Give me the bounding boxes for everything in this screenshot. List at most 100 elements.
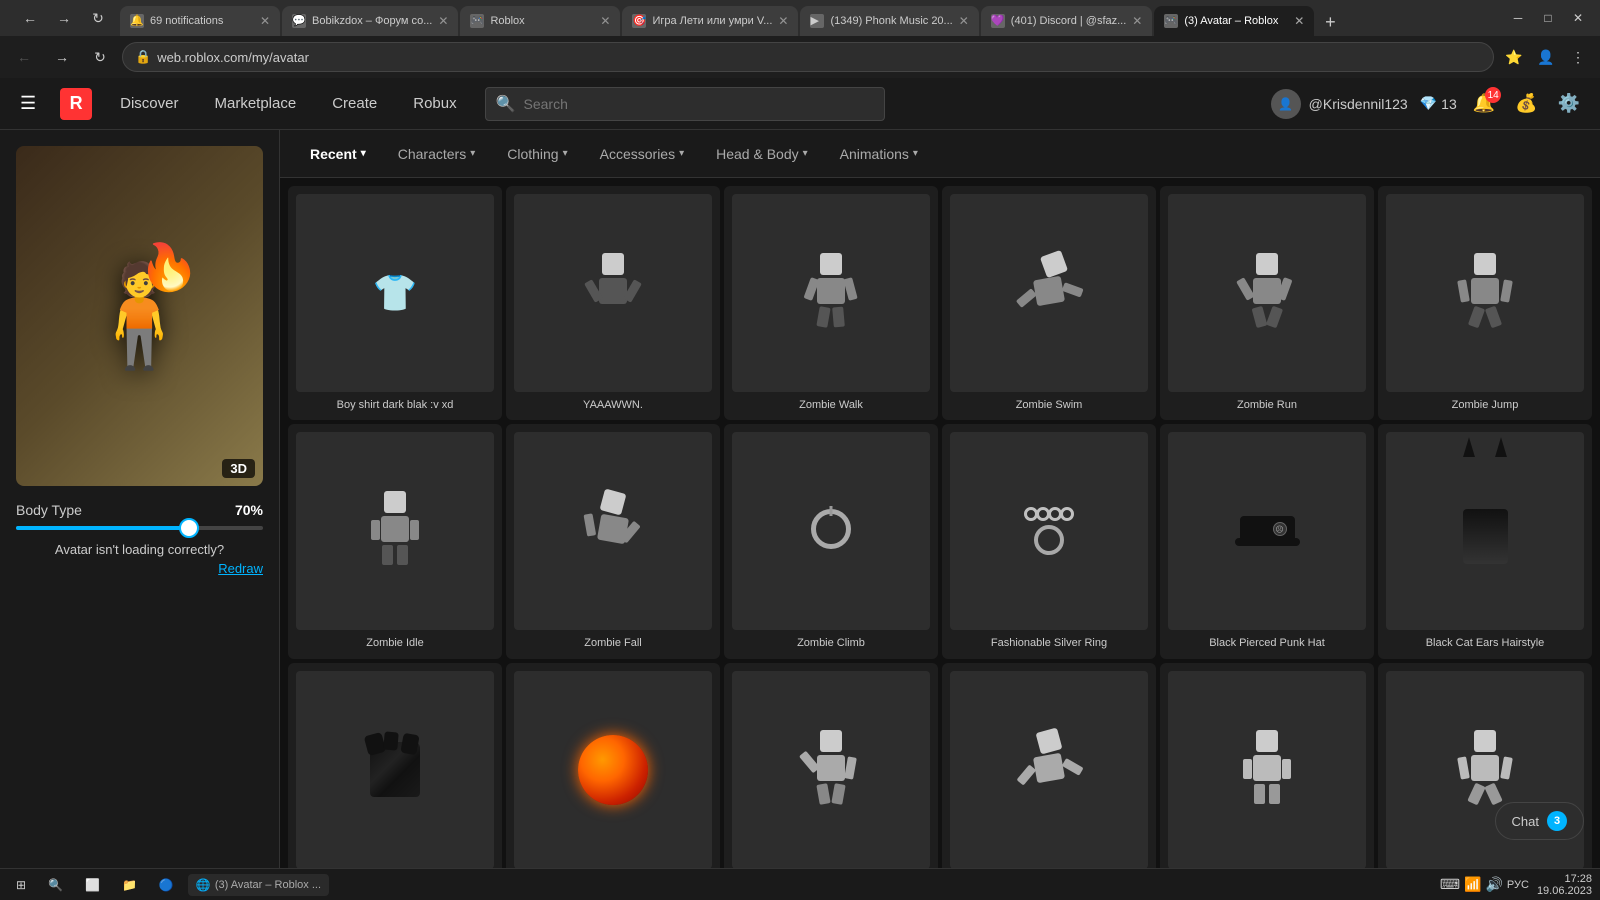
item-card-pirate-idle[interactable]: Pirate Idle	[1160, 663, 1374, 897]
notifications-button[interactable]: 🔔 14	[1469, 89, 1499, 118]
item-card-zombie-fall[interactable]: Zombie Fall	[506, 424, 720, 658]
toolbar-right: ⭐ 👤 ⋮	[1500, 43, 1592, 71]
discover-link[interactable]: Discover	[112, 91, 186, 116]
tab-notifications[interactable]: 🔔 69 notifications ✕	[120, 6, 280, 36]
tab-close-notifications[interactable]: ✕	[260, 14, 270, 28]
search-input[interactable]	[524, 96, 874, 112]
item-card-black-hair[interactable]: Black Messy Hairstyle	[288, 663, 502, 897]
tab-head-body[interactable]: Head & Body ▾	[702, 138, 822, 170]
item-card-punk-hat[interactable]: ☹ Black Pierced Punk Hat	[1160, 424, 1374, 658]
tab-animations-arrow: ▾	[913, 148, 918, 159]
redraw-button[interactable]: Redraw	[16, 561, 263, 576]
body-type-slider[interactable]	[16, 526, 263, 530]
tab-close-bobikzdox[interactable]: ✕	[438, 14, 448, 28]
url-bar[interactable]: 🔒 web.roblox.com/my/avatar	[122, 42, 1494, 72]
tab-animations[interactable]: Animations ▾	[826, 138, 932, 170]
search-bar[interactable]: 🔍	[485, 87, 885, 121]
item-card-cat-ears[interactable]: Black Cat Ears Hairstyle	[1378, 424, 1592, 658]
explorer-button[interactable]: 📁	[114, 874, 145, 896]
item-thumb-boy-shirt: 👕	[296, 194, 494, 392]
item-card-zombie-swim[interactable]: Zombie Swim	[942, 186, 1156, 420]
taskbar-lang: РУС	[1507, 879, 1529, 891]
tab-characters[interactable]: Characters ▾	[384, 138, 490, 170]
item-thumb-zombie-run	[1168, 194, 1366, 392]
item-card-silver-ring[interactable]: Fashionable Silver Ring	[942, 424, 1156, 658]
tab-head-body-arrow: ▾	[803, 148, 808, 159]
body-type-label-row: Body Type 70%	[16, 502, 263, 518]
username-text: @Krisdennil123	[1309, 96, 1408, 112]
robux-button[interactable]: 💰	[1511, 89, 1541, 118]
tab-bobikzdox[interactable]: 💬 Bobikzdox – Форум со... ✕	[282, 6, 458, 36]
tab-title-roblox: Roblox	[490, 15, 594, 27]
tab-accessories[interactable]: Accessories ▾	[586, 138, 699, 170]
item-card-boy-shirt[interactable]: 👕 Boy shirt dark blak :v xd	[288, 186, 502, 420]
browser-forward-button[interactable]: →	[46, 41, 78, 73]
chat-label: Chat	[1512, 814, 1539, 829]
item-name-punk-hat: Black Pierced Punk Hat	[1209, 636, 1325, 650]
item-name-zombie-walk: Zombie Walk	[799, 398, 863, 412]
tab-avatar[interactable]: 🎮 (3) Avatar – Roblox ✕	[1154, 6, 1314, 36]
roblox-logo: R	[60, 88, 92, 120]
edge-button[interactable]: 🔵	[151, 874, 182, 896]
tray-icon-sound[interactable]: 🔊	[1485, 876, 1502, 893]
item-card-pirate-jump[interactable]: Pirate Jump	[1378, 663, 1592, 897]
robux-link[interactable]: Robux	[405, 91, 464, 116]
tab-close-avatar[interactable]: ✕	[1294, 14, 1304, 28]
3d-badge: 3D	[222, 459, 255, 478]
slider-thumb[interactable]	[179, 518, 199, 538]
chrome-button[interactable]: 🌐 (3) Avatar – Roblox ...	[188, 874, 329, 896]
taskview-button[interactable]: ⬜	[77, 874, 108, 896]
new-tab-button[interactable]: +	[1316, 8, 1344, 36]
tab-favicon-roblox: 🎮	[470, 14, 484, 28]
back-button[interactable]: ←	[16, 4, 44, 32]
tab-favicon-bobikzdox: 💬	[292, 14, 306, 28]
marketplace-link[interactable]: Marketplace	[207, 91, 305, 116]
item-card-zombie-climb[interactable]: Zombie Climb	[724, 424, 938, 658]
item-card-zombie-walk[interactable]: Zombie Walk	[724, 186, 938, 420]
lock-icon: 🔒	[135, 49, 151, 65]
chat-count: 3	[1547, 811, 1567, 831]
item-thumb-yaaawwn	[514, 194, 712, 392]
items-panel: Recent ▾ Characters ▾ Clothing ▾ Accesso…	[280, 130, 1600, 900]
user-profile[interactable]: 👤 @Krisdennil123	[1271, 89, 1408, 119]
avatar-error-text: Avatar isn't loading correctly?	[16, 542, 263, 557]
profile-button[interactable]: 👤	[1532, 43, 1560, 71]
start-button[interactable]: ⊞	[8, 874, 34, 896]
tab-game[interactable]: 🎯 Игра Лети или умри V... ✕	[622, 6, 798, 36]
tab-recent[interactable]: Recent ▾	[296, 138, 380, 170]
forward-button[interactable]: →	[50, 4, 78, 32]
browser-back-button[interactable]: ←	[8, 41, 40, 73]
item-thumb-punk-hat: ☹	[1168, 432, 1366, 630]
maximize-button[interactable]: □	[1534, 4, 1562, 32]
user-avatar: 👤	[1271, 89, 1301, 119]
create-link[interactable]: Create	[324, 91, 385, 116]
refresh-button[interactable]: ↻	[84, 4, 112, 32]
item-card-zombie-idle[interactable]: Zombie Idle	[288, 424, 502, 658]
close-window-button[interactable]: ✕	[1564, 4, 1592, 32]
tab-close-discord[interactable]: ✕	[1132, 14, 1142, 28]
tab-close-phonk[interactable]: ✕	[959, 14, 969, 28]
tab-discord[interactable]: 💜 (401) Discord | @sfaz... ✕	[981, 6, 1153, 36]
item-card-pirate-swim[interactable]: Pirate Swim	[942, 663, 1156, 897]
tab-close-roblox[interactable]: ✕	[600, 14, 610, 28]
chrome-icon: 🌐	[196, 878, 211, 892]
tray-icon-1[interactable]: ⌨	[1440, 876, 1460, 893]
tab-clothing[interactable]: Clothing ▾	[493, 138, 581, 170]
gear-settings-button[interactable]: ⚙️	[1554, 89, 1584, 118]
item-card-zombie-jump[interactable]: Zombie Jump	[1378, 186, 1592, 420]
item-card-zombie-run[interactable]: Zombie Run	[1160, 186, 1374, 420]
item-card-fiery-sun[interactable]: The Fiery Sun	[506, 663, 720, 897]
tab-roblox[interactable]: 🎮 Roblox ✕	[460, 6, 620, 36]
tab-phonk[interactable]: ▶ (1349) Phonk Music 20... ✕	[800, 6, 978, 36]
browser-reload-button[interactable]: ↻	[84, 41, 116, 73]
chat-bubble[interactable]: Chat 3	[1495, 802, 1584, 840]
item-card-pirate-climb[interactable]: Pirate Climb	[724, 663, 938, 897]
tab-close-game[interactable]: ✕	[778, 14, 788, 28]
minimize-button[interactable]: ─	[1504, 4, 1532, 32]
extensions-button[interactable]: ⭐	[1500, 43, 1528, 71]
settings-button[interactable]: ⋮	[1564, 43, 1592, 71]
hamburger-menu-button[interactable]: ☰	[16, 89, 40, 118]
item-card-yaaawwn[interactable]: YAAAWWN.	[506, 186, 720, 420]
search-taskbar-button[interactable]: 🔍	[40, 874, 71, 896]
tray-icon-network[interactable]: 📶	[1464, 876, 1481, 893]
